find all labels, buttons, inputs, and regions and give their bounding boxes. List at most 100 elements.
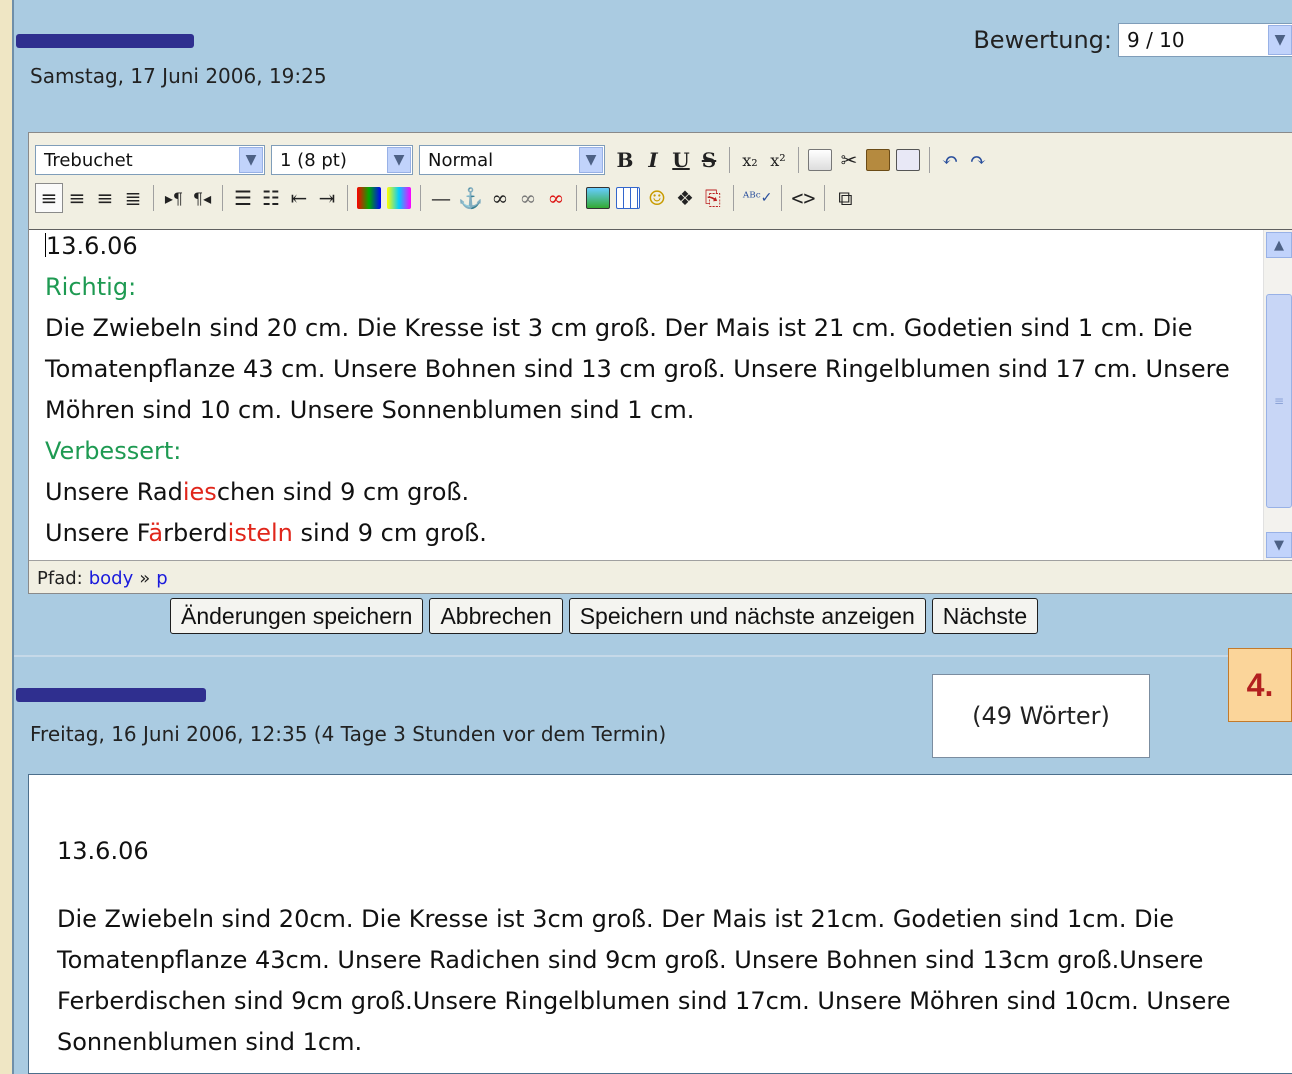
feedback-section: Samstag, 17 Juni 2006, 19:25 Bewertung: … <box>14 0 1292 655</box>
horizontal-rule-icon[interactable]: — <box>427 183 455 213</box>
toolbar-separator <box>798 147 799 173</box>
toolbar-separator <box>420 185 421 211</box>
align-center-icon[interactable]: ≡ <box>63 183 91 213</box>
next-button[interactable]: Nächste <box>931 598 1039 634</box>
save-changes-button[interactable]: Änderungen speichern <box>170 598 424 634</box>
toolbar-separator <box>929 147 930 173</box>
superscript-button[interactable]: x² <box>764 145 792 175</box>
richtig-text: Die Zwiebeln sind 20 cm. Die Kresse ist … <box>45 314 1230 424</box>
section-divider <box>14 655 1292 657</box>
paste-word-icon[interactable] <box>893 145 923 175</box>
underline-button[interactable]: U <box>667 145 695 175</box>
correction-text: Unsere F <box>45 519 149 547</box>
editor-content-area[interactable]: 13.6.06 Richtig: Die Zwiebeln sind 20 cm… <box>29 229 1292 561</box>
font-select[interactable]: Trebuchet ▼ <box>35 145 265 175</box>
path-bar: Pfad: body » p <box>29 563 1292 593</box>
correction-text: chen sind 9 cm groß. <box>216 478 470 506</box>
align-left-icon[interactable]: ≡ <box>35 183 63 213</box>
size-select[interactable]: 1 (8 pt) ▼ <box>271 145 413 175</box>
correction-highlight: ä <box>148 519 164 547</box>
rtl-icon[interactable]: ¶◂ <box>188 183 216 213</box>
grade-select[interactable]: 9 / 10 ▼ <box>1118 23 1292 57</box>
path-p-link[interactable]: p <box>156 568 167 589</box>
image-icon[interactable] <box>583 183 613 213</box>
scroll-down-icon[interactable]: ▼ <box>1266 532 1292 558</box>
spellcheck-icon[interactable]: ᴬᴮᶜ✓ <box>740 183 775 213</box>
chevron-down-icon[interactable]: ▼ <box>387 147 411 173</box>
italic-button[interactable]: I <box>639 145 667 175</box>
toolbar-separator <box>781 185 783 211</box>
subscript-button[interactable]: x₂ <box>736 145 764 175</box>
redacted-student-name <box>16 688 206 702</box>
search-replace-icon[interactable]: ⎘ <box>699 183 727 213</box>
chevron-down-icon[interactable]: ▼ <box>1268 25 1292 55</box>
scroll-thumb[interactable]: ≡ <box>1266 294 1292 508</box>
toolbar-row-2: ≡ ≡ ≡ ≣ ▸¶ ¶◂ ☰ ☷ ⇤ ⇥ — ⚓ ∞ ∞ ∞ ☺ ❖ ⎘ ᴬᴮ… <box>35 179 859 217</box>
indent-icon[interactable]: ⇥ <box>313 183 341 213</box>
correction-text: Unsere Rad <box>45 478 183 506</box>
anchor-icon[interactable]: ⚓ <box>455 183 486 213</box>
path-label: Pfad: <box>37 567 83 589</box>
chevron-down-icon[interactable]: ▼ <box>239 147 263 173</box>
correction-highlight: isteln <box>227 519 293 547</box>
save-and-next-button[interactable]: Speichern und nächste anzeigen <box>568 598 926 634</box>
text-color-icon[interactable] <box>354 183 384 213</box>
verbessert-label: Verbessert: <box>45 437 182 465</box>
correction-line-2: Unsere Färberdisteln sind 9 cm groß. <box>45 513 1235 554</box>
editor-line-date: 13.6.06 <box>45 230 1235 267</box>
align-right-icon[interactable]: ≡ <box>91 183 119 213</box>
unlink-icon[interactable]: ∞ <box>514 183 542 213</box>
submission-date: Freitag, 16 Juni 2006, 12:35 (4 Tage 3 S… <box>30 722 667 746</box>
toolbar-separator <box>222 185 223 211</box>
strikethrough-button[interactable]: S <box>695 145 723 175</box>
special-char-icon[interactable]: ❖ <box>671 183 699 213</box>
smiley-icon[interactable]: ☺ <box>643 183 671 213</box>
toolbar-row-1: Trebuchet ▼ 1 (8 pt) ▼ Normal ▼ B I U S … <box>35 141 992 179</box>
grade-control: Bewertung: 9 / 10 ▼ <box>973 22 1292 58</box>
format-value: Normal <box>428 149 494 171</box>
cancel-button[interactable]: Abbrechen <box>429 598 563 634</box>
link-icon[interactable]: ∞ <box>486 183 514 213</box>
toolbar-separator <box>729 147 730 173</box>
undo-icon[interactable]: ↶ <box>936 145 964 175</box>
editor-scrollbar[interactable]: ▲ ≡ ▼ <box>1263 230 1292 560</box>
redo-icon[interactable]: ↷ <box>964 145 992 175</box>
toolbar-separator <box>732 185 734 211</box>
correction-text: sind 9 cm groß. <box>292 519 487 547</box>
outdent-icon[interactable]: ⇤ <box>285 183 313 213</box>
feedback-date: Samstag, 17 Juni 2006, 19:25 <box>30 64 327 88</box>
scroll-up-icon[interactable]: ▲ <box>1266 232 1292 258</box>
table-icon[interactable] <box>613 183 643 213</box>
font-value: Trebuchet <box>44 149 133 171</box>
richtig-label: Richtig: <box>45 273 137 301</box>
copy-icon[interactable] <box>805 145 835 175</box>
chevron-down-icon[interactable]: ▼ <box>579 147 603 173</box>
grade-label: Bewertung: <box>973 26 1112 54</box>
path-body-link[interactable]: body <box>89 568 134 589</box>
word-count: (49 Wörter) <box>932 674 1150 758</box>
action-buttons: Änderungen speichern Abbrechen Speichern… <box>170 598 1039 634</box>
correction-line-1: Unsere Radieschen sind 9 cm groß. <box>45 472 1235 513</box>
editor-text[interactable]: 13.6.06 Richtig: Die Zwiebeln sind 20 cm… <box>45 230 1235 554</box>
nolink-icon[interactable]: ∞ <box>542 183 570 213</box>
source-icon[interactable]: <> <box>788 183 818 213</box>
ltr-icon[interactable]: ▸¶ <box>160 183 188 213</box>
cut-icon[interactable]: ✂ <box>835 145 863 175</box>
background-color-icon[interactable] <box>384 183 414 213</box>
format-select[interactable]: Normal ▼ <box>419 145 605 175</box>
correction-text: rberd <box>163 519 228 547</box>
unordered-list-icon[interactable]: ☷ <box>257 183 285 213</box>
toolbar-separator <box>824 185 826 211</box>
justify-icon[interactable]: ≣ <box>119 183 147 213</box>
grade-value: 9 / 10 <box>1127 28 1185 52</box>
paste-icon[interactable] <box>863 145 893 175</box>
submission-date-line: 13.6.06 <box>57 837 149 865</box>
size-value: 1 (8 pt) <box>280 149 347 171</box>
submission-text-box: 13.6.06 Die Zwiebeln sind 20cm. Die Kres… <box>28 774 1292 1074</box>
toolbar-separator <box>153 185 154 211</box>
fullscreen-icon[interactable]: ⧉ <box>831 183 859 213</box>
path-separator: » <box>139 567 151 589</box>
ordered-list-icon[interactable]: ☰ <box>229 183 257 213</box>
toolbar-separator <box>347 185 348 211</box>
bold-button[interactable]: B <box>611 145 639 175</box>
